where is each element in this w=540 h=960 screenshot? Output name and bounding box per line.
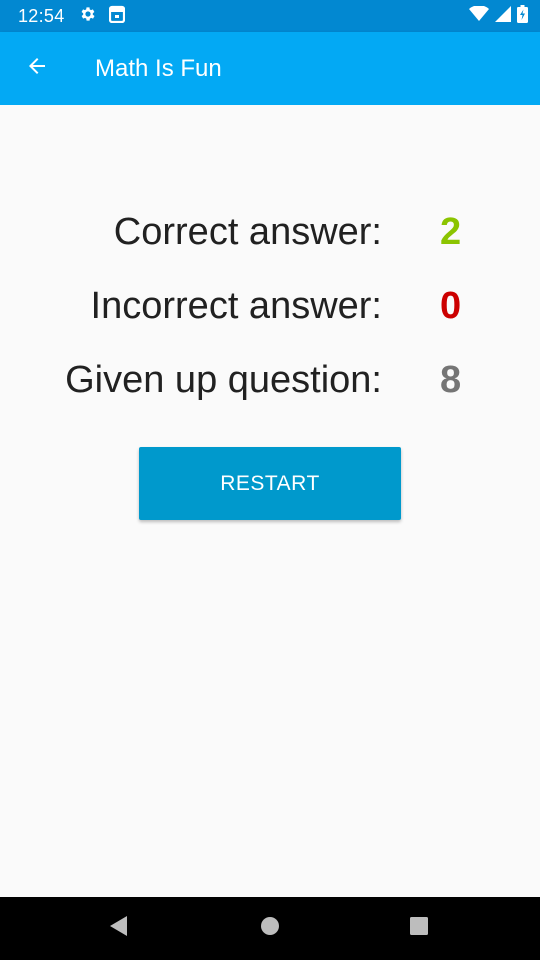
wifi-icon	[469, 4, 489, 27]
correct-answer-label: Correct answer:	[113, 211, 382, 253]
nav-back-button[interactable]	[79, 897, 159, 960]
back-triangle-icon	[109, 915, 129, 942]
status-icons-right	[469, 4, 528, 28]
given-up-question-label: Given up question:	[65, 359, 382, 401]
clipboard-icon	[108, 5, 125, 28]
given-up-question-count: 8	[440, 359, 462, 401]
signal-icon	[495, 5, 511, 27]
app-title: Math Is Fun	[95, 54, 222, 82]
arrow-back-icon	[25, 54, 49, 83]
status-time: 12:54	[18, 5, 65, 26]
given-up-question-row: Given up question: 8	[0, 350, 540, 410]
back-button[interactable]	[9, 41, 65, 97]
status-icons-left	[79, 5, 125, 28]
restart-button[interactable]: RESTART	[139, 447, 401, 520]
home-circle-icon	[260, 916, 280, 941]
results-screen: Correct answer: 2 Incorrect answer: 0 Gi…	[0, 105, 540, 897]
nav-home-button[interactable]	[230, 897, 310, 960]
incorrect-answer-label: Incorrect answer:	[90, 285, 382, 327]
incorrect-answer-row: Incorrect answer: 0	[0, 276, 540, 336]
correct-answer-row: Correct answer: 2	[0, 202, 540, 262]
status-bar: 12:54	[0, 0, 540, 32]
correct-answer-count: 2	[440, 211, 462, 253]
system-nav-bar	[0, 897, 540, 960]
incorrect-answer-count: 0	[440, 285, 462, 327]
recents-square-icon	[409, 916, 429, 941]
battery-icon	[517, 4, 528, 28]
gear-icon	[79, 5, 97, 28]
nav-recents-button[interactable]	[379, 897, 459, 960]
app-bar: Math Is Fun	[0, 32, 540, 105]
